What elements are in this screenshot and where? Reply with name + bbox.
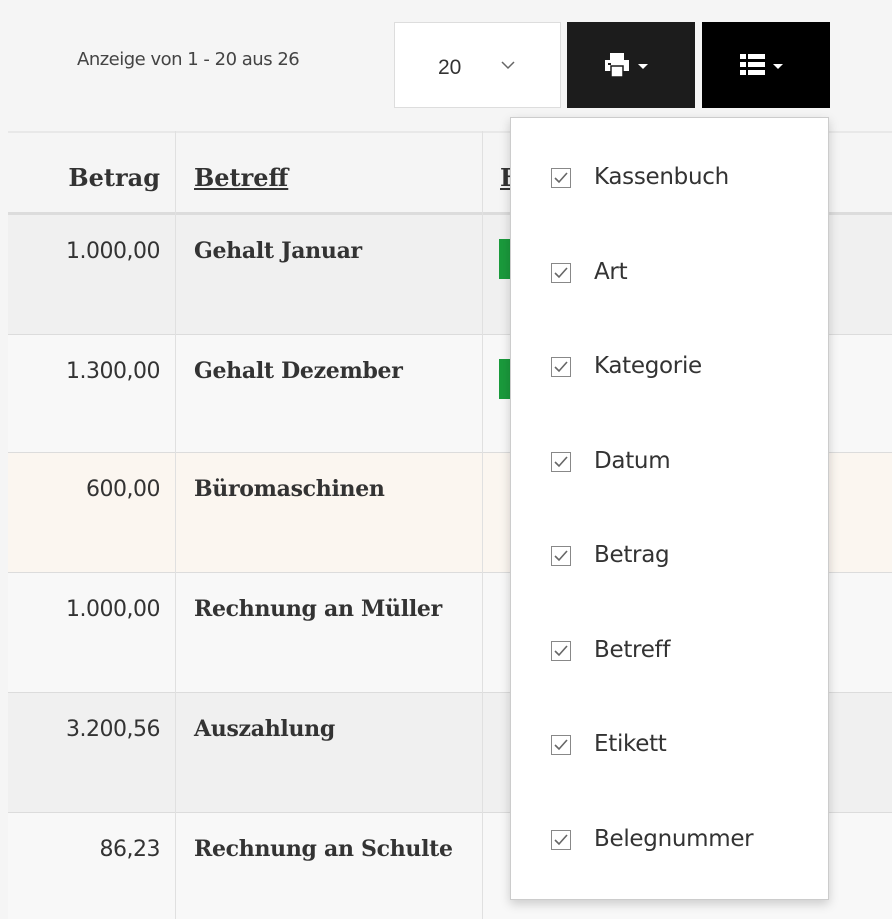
row-subject: Gehalt Dezember	[194, 358, 403, 384]
column-header-subject[interactable]: Betreff	[194, 163, 288, 192]
row-amount: 1.300,00	[66, 359, 160, 384]
per-page-value: 20	[438, 56, 462, 79]
row-amount: 1.000,00	[66, 239, 160, 264]
list-icon	[740, 54, 783, 75]
pagination-count-text: Anzeige von 1 - 20 aus 26	[77, 49, 300, 70]
row-subject: Gehalt Januar	[194, 238, 362, 264]
checkmark-icon	[554, 833, 568, 845]
column-header-amount[interactable]: Betrag	[68, 163, 160, 192]
column-toggle-label: Kategorie	[594, 353, 702, 379]
checkbox[interactable]	[551, 357, 571, 377]
row-amount: 3.200,56	[66, 717, 160, 742]
row-amount: 86,23	[99, 837, 161, 862]
column-toggle-label: Datum	[594, 447, 671, 474]
table-toolbar: Anzeige von 1 - 20 aus 26 20	[0, 0, 892, 131]
column-divider	[175, 131, 176, 919]
checkbox[interactable]	[551, 546, 571, 566]
column-toggle-label: Etikett	[594, 731, 667, 757]
row-amount: 1.000,00	[66, 597, 160, 622]
column-toggle-kassenbuch[interactable]: Kassenbuch	[511, 118, 830, 212]
column-toggle-label: Art	[594, 258, 628, 285]
chevron-down-icon	[501, 61, 515, 70]
column-divider	[482, 131, 483, 919]
column-toggle-kategorie[interactable]: Kategorie	[511, 307, 830, 401]
column-toggle-etikett[interactable]: Etikett	[511, 685, 830, 779]
column-visibility-menu: Kassenbuch Art Kategorie Datum Betrag Betreff…	[510, 117, 829, 900]
checkbox[interactable]	[551, 640, 571, 661]
checkbox[interactable]	[551, 262, 571, 283]
checkmark-icon	[554, 455, 568, 467]
per-page-select[interactable]: 20	[394, 22, 561, 108]
checkmark-icon	[554, 739, 568, 751]
print-button[interactable]	[567, 22, 695, 108]
checkmark-icon	[554, 550, 568, 562]
checkbox[interactable]	[551, 168, 571, 188]
row-subject: Rechnung an Schulte	[194, 836, 453, 862]
row-subject: Auszahlung	[194, 716, 335, 742]
print-icon	[605, 53, 648, 78]
column-toggle-datum[interactable]: Datum	[511, 402, 830, 496]
column-toggle-label: Betreff	[594, 636, 671, 663]
checkbox[interactable]	[551, 451, 571, 472]
columns-button[interactable]	[702, 22, 830, 108]
column-toggle-betrag[interactable]: Betrag	[511, 496, 830, 590]
checkmark-icon	[554, 172, 568, 184]
checkmark-icon	[554, 361, 568, 373]
row-amount: 600,00	[86, 477, 160, 502]
checkbox[interactable]	[551, 735, 571, 755]
column-toggle-art[interactable]: Art	[511, 213, 830, 307]
checkbox[interactable]	[551, 829, 571, 850]
column-toggle-label: Betrag	[594, 542, 670, 568]
checkmark-icon	[554, 644, 568, 656]
row-subject: Büromaschinen	[194, 476, 385, 502]
row-subject: Rechnung an Müller	[194, 596, 442, 622]
column-toggle-belegnummer[interactable]: Belegnummer	[511, 780, 830, 874]
column-toggle-label: Belegnummer	[594, 825, 754, 852]
column-toggle-betreff[interactable]: Betreff	[511, 591, 830, 685]
column-toggle-label: Kassenbuch	[594, 164, 729, 190]
checkmark-icon	[554, 266, 568, 278]
